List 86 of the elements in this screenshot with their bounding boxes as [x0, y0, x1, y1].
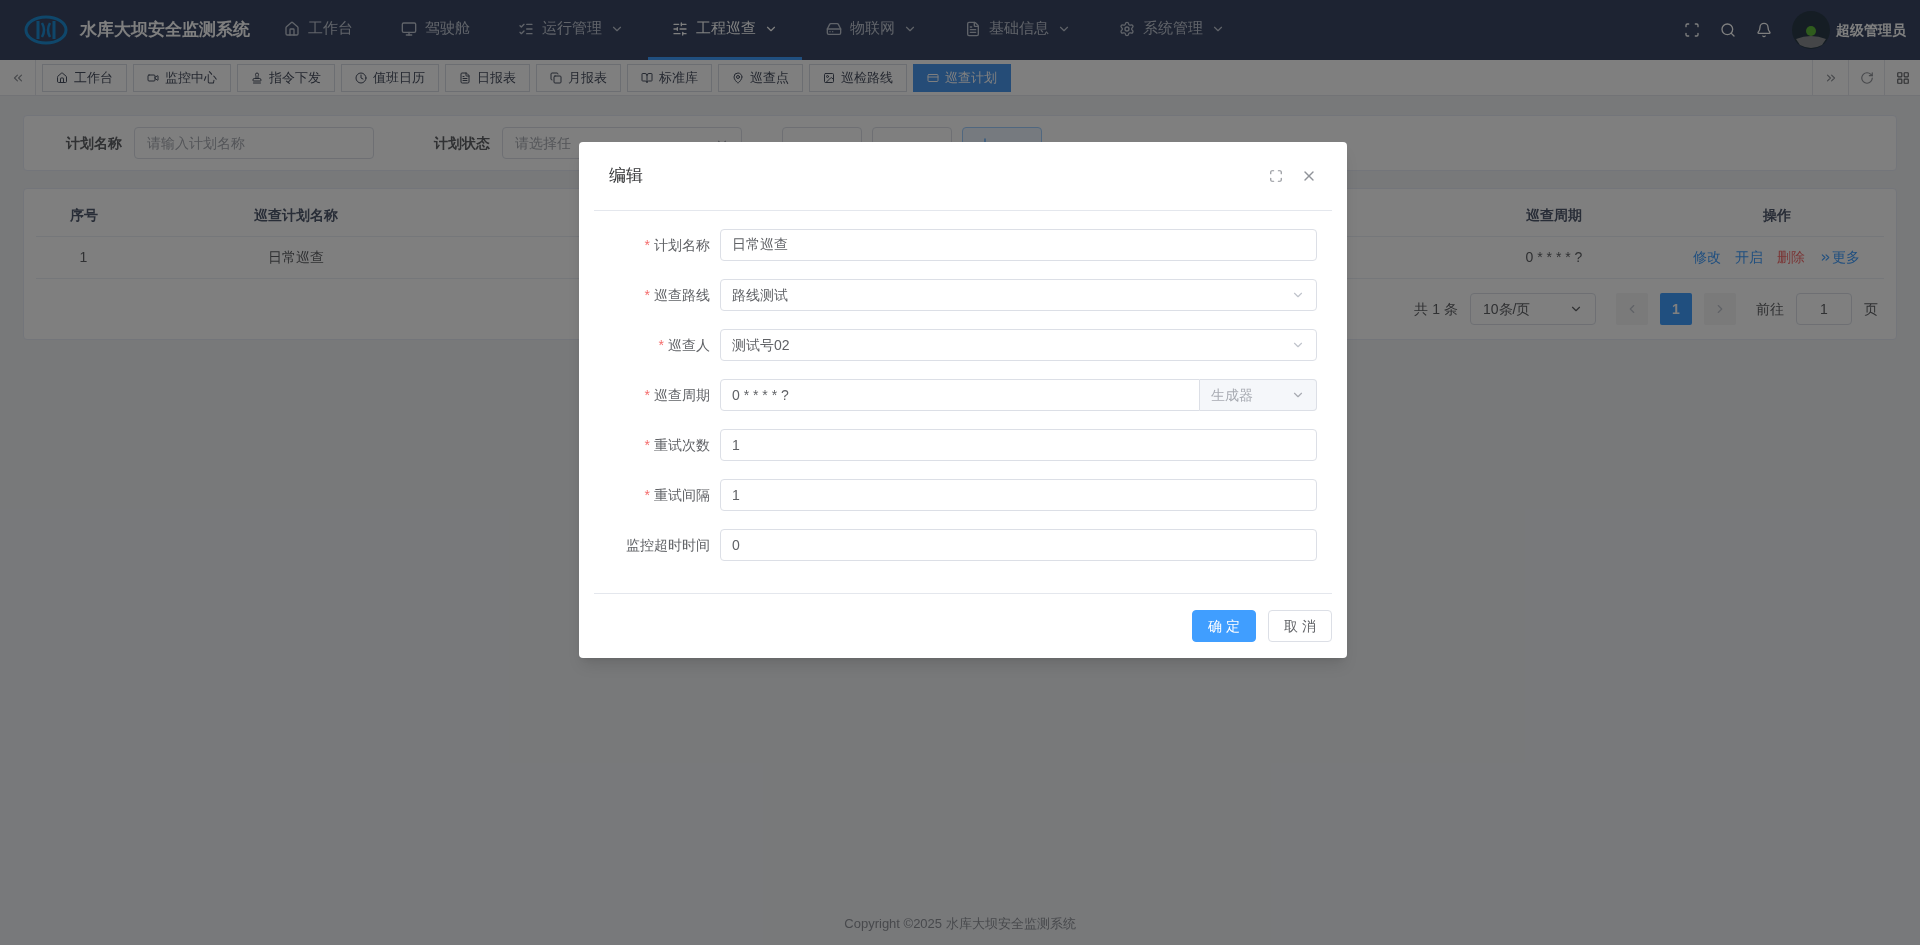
page-tab[interactable]: 监控中心 — [133, 63, 231, 92]
page-tab[interactable]: 标准库 — [627, 63, 712, 92]
tab-icon — [251, 71, 263, 84]
grid-icon — [1895, 70, 1910, 85]
page-tab[interactable]: 工作台 — [42, 63, 127, 92]
cron-input[interactable]: 0 * * * * ? — [720, 379, 1200, 411]
nav-icon — [965, 20, 981, 37]
nav-icon — [401, 20, 417, 37]
nav-menu-item[interactable]: 物联网 — [802, 0, 941, 60]
page-tab[interactable]: 日报表 — [445, 63, 530, 92]
tab-icon — [732, 71, 744, 84]
form-label: 巡查周期 — [654, 385, 710, 405]
nav-icon — [1119, 20, 1135, 37]
tab-icon — [147, 71, 159, 84]
column-header: 巡查计划名称 — [253, 206, 339, 225]
row-action-link[interactable]: 更多 — [1819, 247, 1860, 268]
page-tab[interactable]: 值班日历 — [341, 63, 439, 92]
notification-icon[interactable] — [1756, 22, 1772, 38]
required-mark: * — [644, 435, 650, 455]
text-input[interactable]: 1 — [720, 429, 1317, 461]
tab-icon — [641, 71, 653, 84]
text-input[interactable]: 日常巡查 — [720, 229, 1317, 261]
tab-icon — [823, 71, 835, 84]
dialog-title: 编辑 — [609, 165, 643, 188]
page-tab[interactable]: 巡检路线 — [809, 63, 907, 92]
total-count: 共 1 条 — [1414, 299, 1458, 319]
tab-icon — [56, 71, 68, 84]
avatar[interactable] — [1792, 11, 1830, 49]
select-field[interactable]: 路线测试 — [720, 279, 1317, 311]
page-size-select[interactable]: 10条/页 — [1470, 293, 1596, 325]
nav-menu-item[interactable]: 运行管理 — [494, 0, 648, 60]
form-label: 巡查路线 — [654, 285, 710, 305]
column-header: 巡查周期 — [1525, 206, 1583, 225]
column-header: 操作 — [1761, 206, 1792, 225]
confirm-button[interactable]: 确 定 — [1192, 610, 1257, 642]
required-mark: * — [658, 335, 664, 355]
nav-menu-item[interactable]: 驾驶舱 — [377, 0, 494, 60]
required-mark: * — [644, 485, 650, 505]
page-number-button[interactable]: 1 — [1660, 293, 1692, 325]
goto-page-input[interactable]: 1 — [1796, 293, 1852, 325]
row-action-link[interactable]: 删除 — [1777, 247, 1805, 268]
page-tab[interactable]: 指令下发 — [237, 63, 335, 92]
page-tab[interactable]: 巡查点 — [718, 63, 803, 92]
form-label: 重试间隔 — [654, 485, 710, 505]
form-label: 重试次数 — [654, 435, 710, 455]
table-cell-text: 1 — [78, 248, 89, 267]
page-tab[interactable]: 月报表 — [536, 63, 621, 92]
page-suffix: 页 — [1864, 299, 1878, 319]
select-field[interactable]: 测试号02 — [720, 329, 1317, 361]
search-icon[interactable] — [1720, 22, 1736, 38]
filter-label: 计划名称 — [66, 133, 122, 153]
tab-icon — [550, 71, 562, 84]
required-mark: * — [644, 285, 650, 305]
fullscreen-icon[interactable] — [1269, 169, 1283, 183]
text-input[interactable]: 1 — [720, 479, 1317, 511]
form-label: 计划名称 — [654, 235, 710, 255]
refresh-icon — [1859, 70, 1874, 85]
logo-icon — [24, 15, 68, 45]
form-label: 巡查人 — [668, 335, 710, 355]
generator-select[interactable]: 生成器 — [1200, 379, 1317, 411]
fullscreen-icon[interactable] — [1684, 22, 1700, 38]
tab-icon — [927, 71, 939, 84]
text-input[interactable]: 0 — [720, 529, 1317, 561]
row-action-link[interactable]: 修改 — [1693, 247, 1721, 268]
nav-icon — [826, 20, 842, 37]
double-chevron-icon — [1819, 251, 1832, 264]
goto-label: 前往 — [1756, 299, 1784, 319]
required-mark: * — [644, 235, 650, 255]
filter-label: 计划状态 — [434, 133, 490, 153]
cancel-button[interactable]: 取 消 — [1268, 610, 1332, 642]
nav-icon — [284, 20, 300, 37]
nav-menu-item[interactable]: 系统管理 — [1095, 0, 1249, 60]
tab-icon — [355, 71, 367, 84]
table-cell-text: 0 * * * * ? — [1524, 248, 1584, 267]
form-label: 监控超时时间 — [626, 535, 710, 555]
column-header: 序号 — [68, 206, 99, 225]
row-action-link[interactable]: 开启 — [1735, 247, 1763, 268]
user-name: 超级管理员 — [1836, 20, 1906, 40]
tab-icon — [459, 71, 471, 84]
page-tab[interactable]: 巡查计划 — [913, 63, 1011, 92]
nav-menu-item[interactable]: 基础信息 — [941, 0, 1095, 60]
app-title: 水库大坝安全监测系统 — [80, 19, 250, 42]
required-mark: * — [644, 385, 650, 405]
nav-icon — [672, 20, 688, 37]
nav-menu-item[interactable]: 工作台 — [260, 0, 377, 60]
table-cell-text: 日常巡查 — [267, 248, 325, 267]
